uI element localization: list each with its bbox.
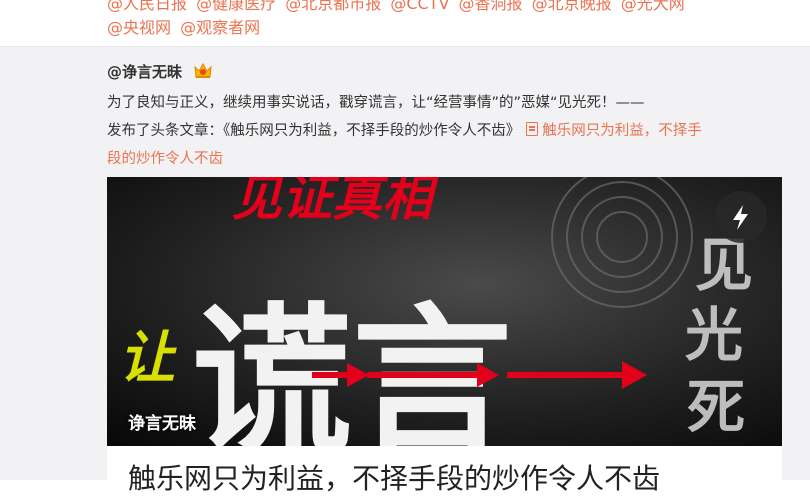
cover-side-char-3: 死 (687, 373, 745, 441)
cover-headline: 见证真相 (232, 177, 440, 227)
cover-caption: 诤言无昧 (128, 414, 196, 434)
vip-badge-icon (194, 62, 212, 78)
post-text-line-3: 段的炒作令人不齿 (107, 147, 223, 168)
mention-guancha-link[interactable]: @观察者网 (180, 18, 260, 37)
article-publish-text: 发布了头条文章：《触乐网只为利益，不择手段的炒作令人不齿》 (107, 123, 521, 139)
mention-row-1: @人民日报 @健康医疗 @北京都市报 @CCTV @香洞报 @北京晚报 @光大网 (107, 0, 689, 14)
previous-post-card: @人民日报 @健康医疗 @北京都市报 @CCTV @香洞报 @北京晚报 @光大网… (0, 0, 810, 47)
cover-prefix-text: 让 (119, 326, 177, 391)
lightning-icon (733, 205, 748, 230)
mention-link[interactable]: @北京晚报 (532, 0, 612, 13)
mention-cctv-link[interactable]: @央视网 (107, 18, 171, 37)
mention-link[interactable]: @CCTV (390, 0, 449, 13)
article-title[interactable]: 触乐网只为利益，不择手段的炒作令人不齿 (128, 457, 660, 497)
article-link-continued[interactable]: 段的炒作令人不齿 (107, 151, 223, 167)
mention-link[interactable]: @健康医疗 (196, 0, 276, 13)
cover-side-char-2: 光 (685, 301, 743, 369)
post-text-line-1: 为了良知与正义，继续用事实说话，戳穿谎言，让“经营事情”的”恶媒“见光死！—— (107, 95, 645, 111)
cover-artwork: 见证真相 让 谎言 见 光 死 (107, 177, 782, 446)
mention-link[interactable]: @光大网 (621, 0, 685, 13)
mention-link[interactable]: @人民日报 (107, 0, 187, 13)
mention-link[interactable]: @北京都市报 (285, 0, 381, 13)
post-text-line-2: 发布了头条文章：《触乐网只为利益，不择手段的炒作令人不齿》 触乐网只为利益，不择手 (107, 119, 702, 140)
author-name-link[interactable]: @诤言无昧 (107, 61, 182, 82)
flash-button[interactable] (715, 191, 767, 243)
article-link[interactable]: 触乐网只为利益，不择手 (542, 123, 702, 139)
document-icon (526, 122, 539, 136)
article-cover-image[interactable]: 见证真相 让 谎言 见 光 死 (107, 177, 782, 446)
mention-row-2: @央视网 @观察者网 (107, 14, 264, 38)
mention-link[interactable]: @香洞报 (458, 0, 522, 13)
